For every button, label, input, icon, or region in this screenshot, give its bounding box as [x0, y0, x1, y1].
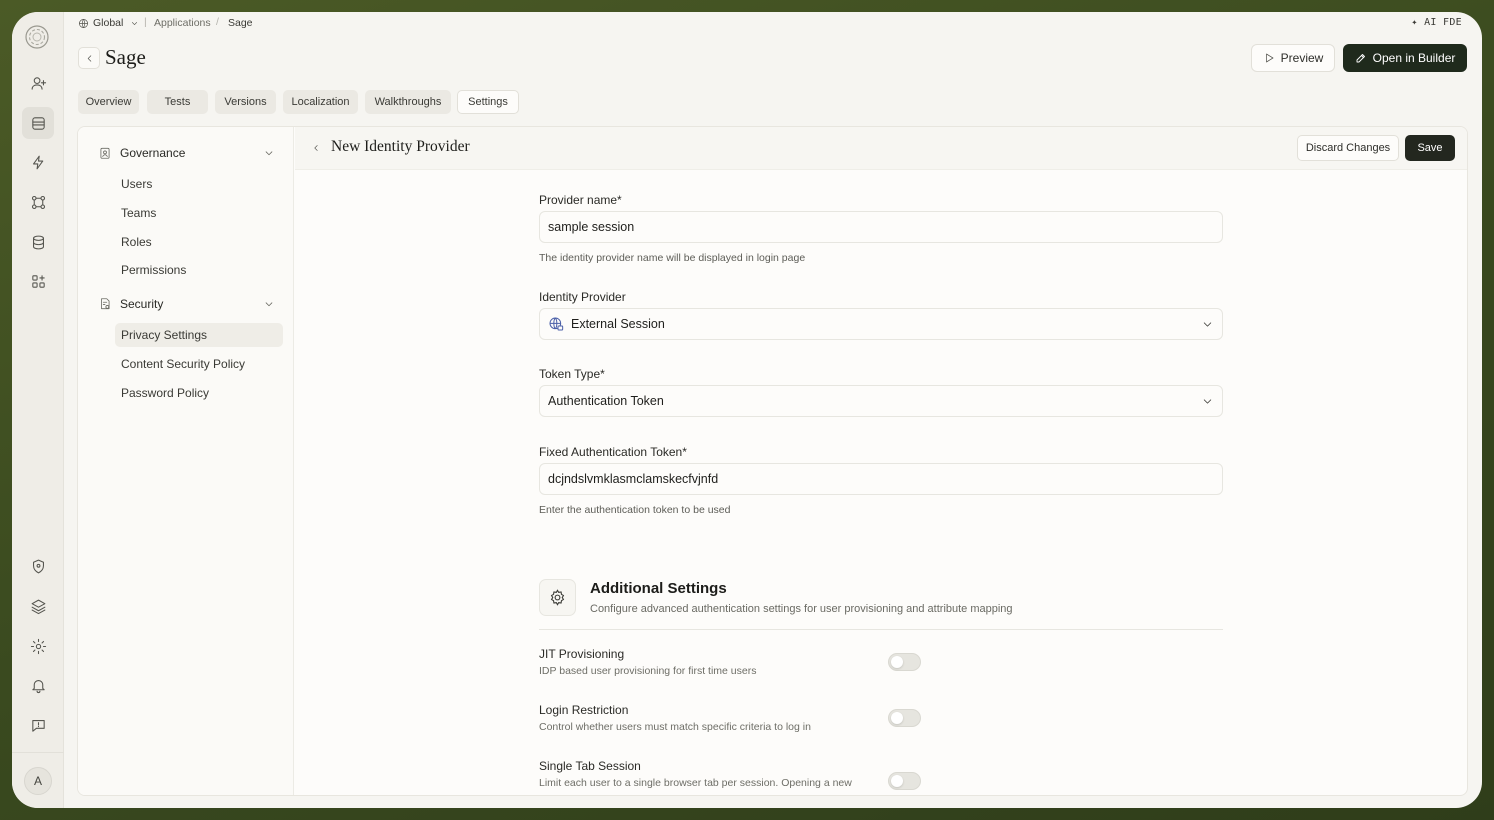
chevron-down-icon: [262, 146, 276, 160]
security-doc-icon: [98, 297, 112, 311]
token-type-value: Authentication Token: [548, 394, 664, 408]
feedback-icon[interactable]: [22, 709, 54, 741]
single-tab-session-toggle[interactable]: [888, 772, 921, 790]
governance-icon: [98, 146, 112, 160]
ai-fde-button[interactable]: ✦ AI FDE: [1411, 17, 1462, 28]
token-type-label: Token Type*: [539, 367, 605, 381]
integrations-icon[interactable]: [22, 265, 54, 297]
preview-button[interactable]: Preview: [1251, 44, 1335, 72]
panel-header: New Identity Provider Discard Changes Sa…: [295, 127, 1467, 170]
governance-label: Governance: [120, 146, 186, 160]
section-divider: [539, 629, 1223, 630]
settings-card: Governance Users Teams Roles Permissions…: [77, 126, 1468, 796]
chevron-down-icon: [262, 297, 276, 311]
scope-selector[interactable]: Global: [78, 17, 139, 29]
rail-divider: [12, 752, 64, 753]
subnav-item-content-security-policy[interactable]: Content Security Policy: [115, 352, 283, 376]
subnav-item-privacy-settings[interactable]: Privacy Settings: [115, 323, 283, 347]
tab-settings[interactable]: Settings: [457, 90, 519, 114]
layers-icon[interactable]: [22, 590, 54, 622]
provider-name-input[interactable]: sample session: [539, 211, 1223, 243]
breadcrumb-separator: /: [216, 16, 219, 28]
login-restriction-desc: Control whether users must match specifi…: [539, 721, 811, 733]
discard-changes-button[interactable]: Discard Changes: [1297, 135, 1399, 161]
security-badge-icon[interactable]: [22, 550, 54, 582]
subnav-item-users[interactable]: Users: [115, 172, 283, 196]
provider-name-help: The identity provider name will be displ…: [539, 252, 806, 264]
tab-localization[interactable]: Localization: [283, 90, 358, 114]
additional-settings-subtitle: Configure advanced authentication settin…: [590, 603, 1013, 615]
chevron-down-icon: [1201, 395, 1214, 408]
breadcrumb-applications[interactable]: Applications: [154, 17, 211, 29]
back-button[interactable]: [78, 47, 100, 69]
applications-icon[interactable]: [22, 107, 54, 139]
user-avatar[interactable]: A: [24, 767, 52, 795]
login-restriction-title: Login Restriction: [539, 703, 629, 717]
app-logo[interactable]: [24, 24, 50, 50]
panel-title: New Identity Provider: [331, 138, 470, 155]
single-tab-session-desc: Limit each user to a single browser tab …: [539, 777, 852, 789]
jit-provisioning-title: JIT Provisioning: [539, 647, 625, 661]
tab-tests[interactable]: Tests: [147, 90, 208, 114]
subnav-item-permissions[interactable]: Permissions: [115, 258, 283, 282]
identity-provider-label: Identity Provider: [539, 290, 626, 304]
top-bar: Global | Applications / Sage ✦ AI FDE: [64, 12, 1482, 34]
identity-provider-select[interactable]: External Session: [539, 308, 1223, 340]
lightning-icon[interactable]: [22, 146, 54, 178]
preview-label: Preview: [1280, 51, 1324, 65]
jit-provisioning-desc: IDP based user provisioning for first ti…: [539, 665, 757, 677]
play-icon: [1265, 53, 1274, 63]
identity-provider-value: External Session: [571, 317, 665, 331]
jit-provisioning-toggle[interactable]: [888, 653, 921, 671]
settings-gear-icon: [539, 579, 576, 616]
chevron-left-icon: [314, 145, 318, 151]
open-in-builder-button[interactable]: Open in Builder: [1343, 44, 1467, 72]
subnav-item-roles[interactable]: Roles: [115, 230, 283, 254]
add-user-icon[interactable]: [22, 67, 54, 99]
breadcrumb-divider: |: [144, 16, 147, 28]
fixed-token-label: Fixed Authentication Token*: [539, 445, 687, 459]
token-type-select[interactable]: Authentication Token: [539, 385, 1223, 417]
security-group-header[interactable]: Security: [98, 293, 276, 315]
scope-label: Global: [93, 17, 124, 29]
fixed-token-input[interactable]: dcjndslvmklasmclamskecfvjnfd: [539, 463, 1223, 495]
governance-group-header[interactable]: Governance: [98, 142, 276, 164]
page-title: Sage: [105, 45, 146, 69]
builder-label: Open in Builder: [1372, 51, 1456, 65]
subnav-item-password-policy[interactable]: Password Policy: [115, 381, 283, 405]
icon-rail: A: [12, 12, 64, 808]
subnav-item-teams[interactable]: Teams: [115, 201, 283, 225]
edit-icon: [1356, 54, 1365, 63]
tab-versions[interactable]: Versions: [215, 90, 276, 114]
settings-gear-icon[interactable]: [22, 630, 54, 662]
chevron-down-icon: [1201, 318, 1214, 331]
workflow-icon[interactable]: [22, 186, 54, 218]
globe-lock-icon: [549, 317, 564, 331]
tab-walkthroughs[interactable]: Walkthroughs: [365, 90, 451, 114]
breadcrumb-current: Sage: [228, 17, 253, 29]
tab-overview[interactable]: Overview: [78, 90, 139, 114]
fixed-token-help: Enter the authentication token to be use…: [539, 504, 731, 516]
security-label: Security: [120, 297, 164, 311]
notifications-bell-icon[interactable]: [22, 669, 54, 701]
chevron-left-icon: [87, 54, 91, 62]
single-tab-session-title: Single Tab Session: [539, 759, 641, 773]
database-icon[interactable]: [22, 226, 54, 258]
additional-settings-title: Additional Settings: [590, 580, 727, 597]
app-window: A Global | Applications / Sage ✦ AI FDE …: [12, 12, 1482, 808]
save-button[interactable]: Save: [1405, 135, 1455, 161]
chevron-down-icon: [132, 21, 138, 25]
settings-subnav: Governance Users Teams Roles Permissions…: [78, 127, 294, 795]
provider-name-label: Provider name*: [539, 193, 622, 207]
login-restriction-toggle[interactable]: [888, 709, 921, 727]
globe-icon: [79, 18, 88, 28]
panel-back-button[interactable]: [307, 139, 325, 157]
